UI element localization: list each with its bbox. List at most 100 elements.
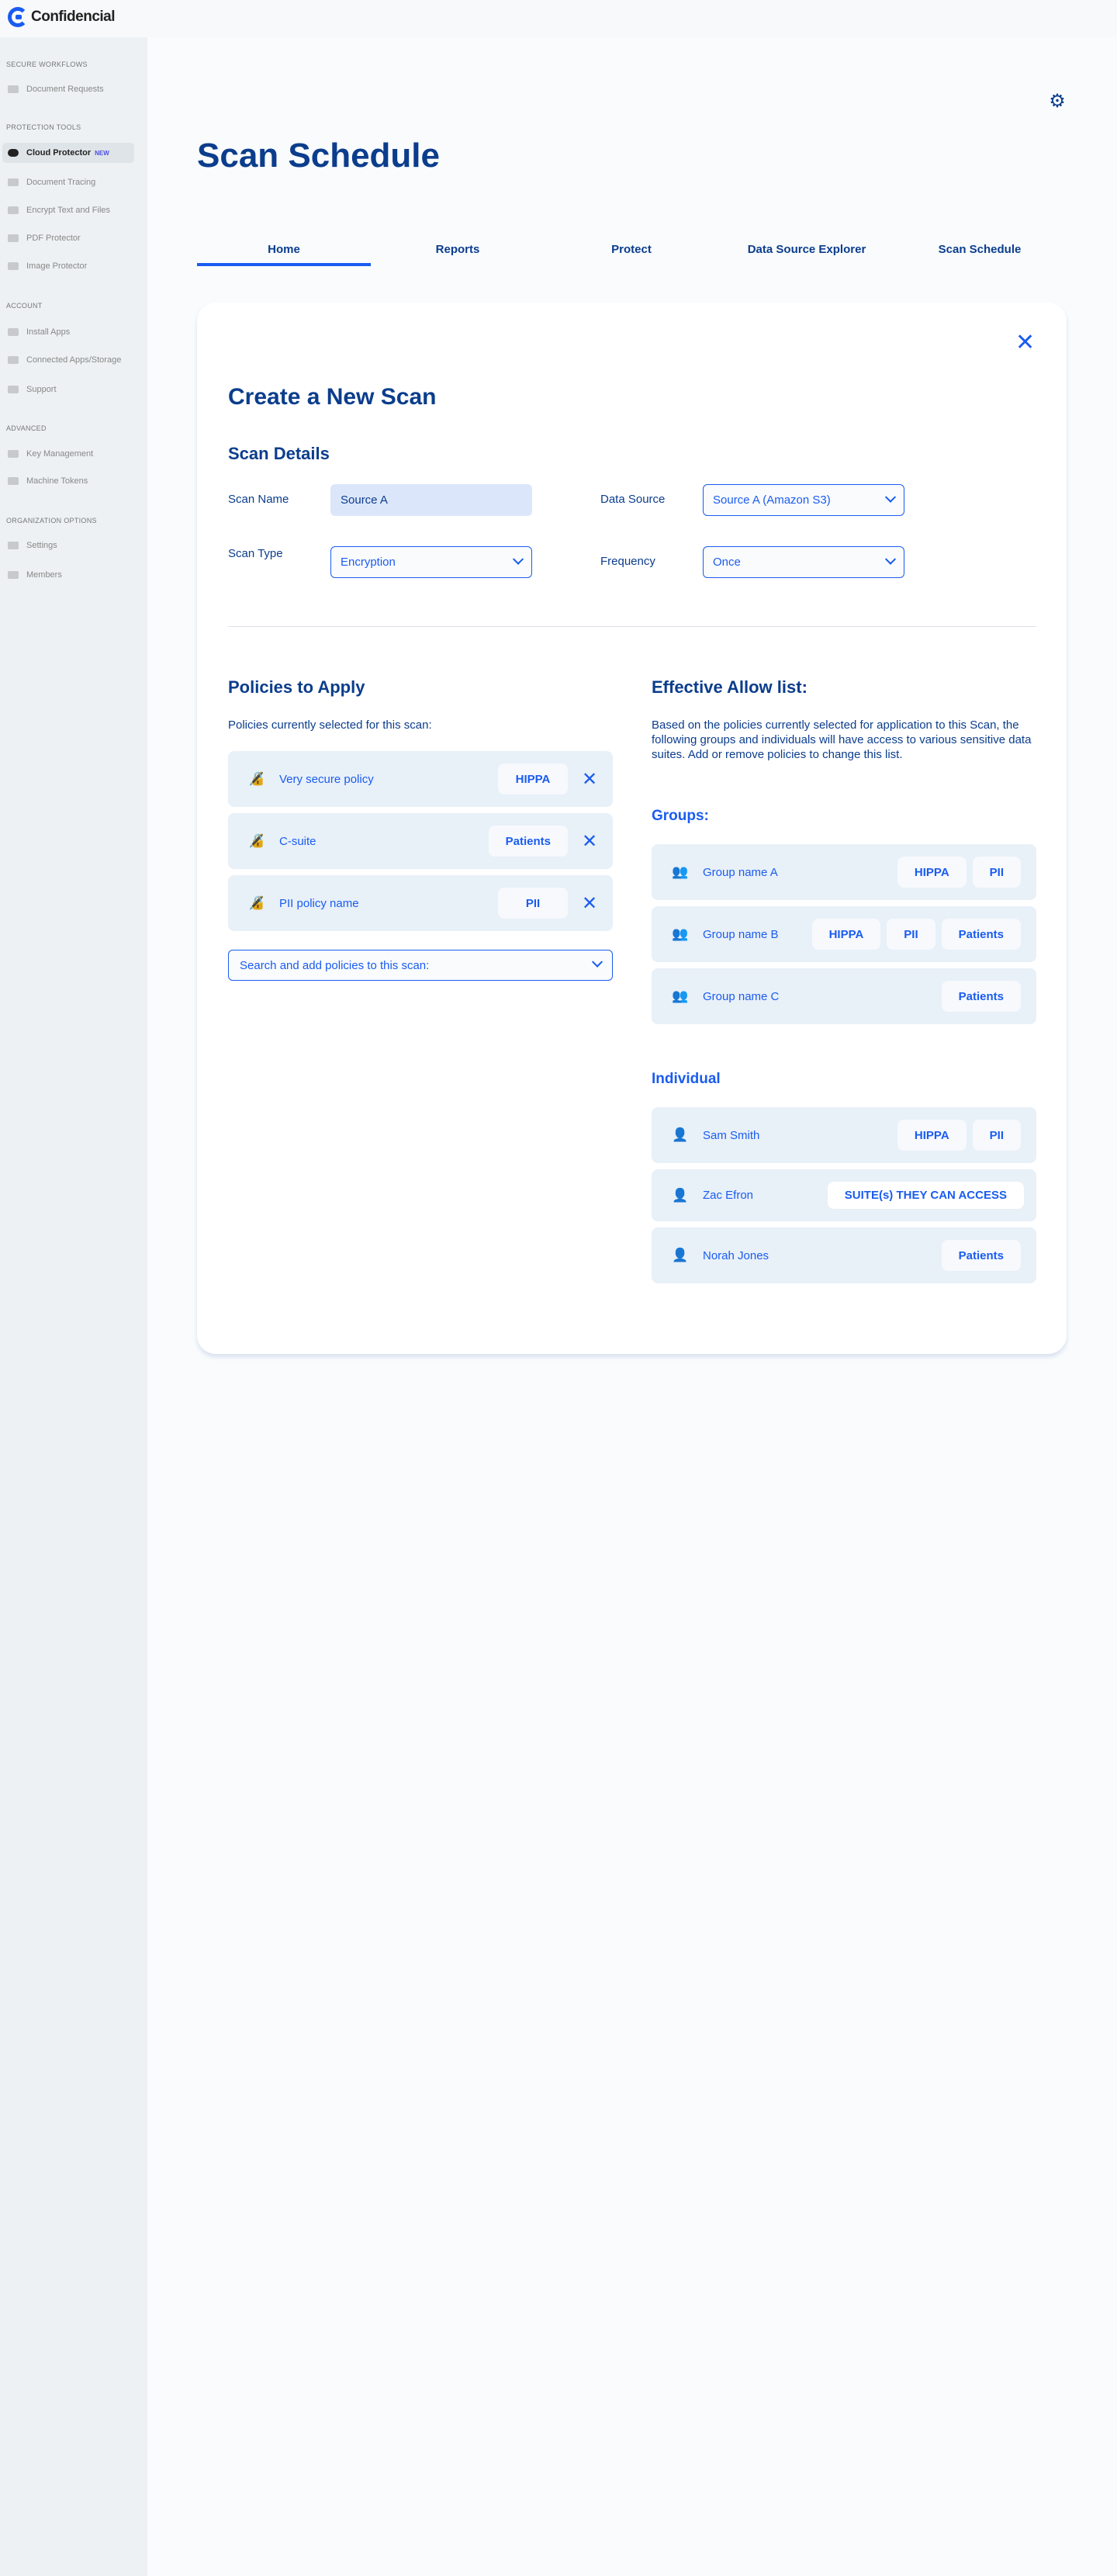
- sidebar-item-label: Members: [26, 570, 62, 580]
- tab-scan-schedule[interactable]: Scan Schedule: [893, 243, 1067, 256]
- policy-search-select[interactable]: Search and add policies to this scan:: [228, 950, 613, 981]
- user-icon: 👤: [672, 1127, 689, 1142]
- pdf-icon: [8, 234, 19, 242]
- policy-lock-icon: 🔏: [248, 895, 265, 910]
- frequency-value: Once: [713, 556, 741, 569]
- group-icon: 👥: [672, 864, 689, 879]
- members-icon: [8, 571, 19, 579]
- remove-policy-icon[interactable]: ✕: [582, 768, 597, 791]
- sidebar-item-pdf-protector[interactable]: PDF Protector: [2, 228, 134, 248]
- data-source-select[interactable]: Source A (Amazon S3): [703, 484, 904, 516]
- page-title: Scan Schedule: [197, 137, 441, 175]
- policy-lock-icon: 🔏: [248, 771, 265, 786]
- policy-row: 🔏 Very secure policy HIPPA ✕: [228, 751, 613, 807]
- tab-home[interactable]: Home: [197, 243, 371, 256]
- settings-gear-icon[interactable]: ⚙: [1047, 92, 1067, 112]
- chevron-down-icon: [591, 956, 603, 968]
- tab-data-source-explorer[interactable]: Data Source Explorer: [720, 243, 894, 256]
- sidebar-item-encrypt[interactable]: Encrypt Text and Files: [2, 200, 134, 220]
- policy-lock-icon: 🔏: [248, 833, 265, 848]
- sidebar-item-install-apps[interactable]: Install Apps: [2, 322, 134, 342]
- group-tag: HIPPA: [897, 857, 967, 888]
- user-icon: 👤: [672, 1187, 689, 1203]
- sidebar-item-settings[interactable]: Settings: [2, 535, 134, 556]
- group-row: 👥 Group name A HIPPA PII: [652, 844, 1036, 900]
- scan-type-select[interactable]: Encryption: [330, 546, 532, 578]
- individual-tag: Patients: [941, 1240, 1021, 1271]
- allow-list-heading: Effective Allow list:: [652, 677, 807, 697]
- policy-tag: PII: [498, 888, 568, 919]
- close-icon[interactable]: ✕: [1015, 331, 1035, 355]
- individual-name: Norah Jones: [703, 1248, 769, 1262]
- scan-name-input[interactable]: Source A: [330, 484, 532, 516]
- group-tag: HIPPA: [811, 919, 881, 950]
- group-tag: PII: [887, 919, 935, 950]
- sidebar-item-members[interactable]: Members: [2, 565, 134, 585]
- allow-list-description: Based on the policies currently selected…: [652, 718, 1032, 761]
- sidebar-item-support[interactable]: Support: [2, 379, 134, 400]
- group-tag: PII: [972, 857, 1021, 888]
- policy-row: 🔏 PII policy name PII ✕: [228, 875, 613, 931]
- sidebar-item-key-management[interactable]: Key Management: [2, 444, 134, 464]
- data-source-value: Source A (Amazon S3): [713, 493, 831, 507]
- gear-icon: [8, 542, 19, 549]
- policy-row: 🔏 C-suite Patients ✕: [228, 813, 613, 869]
- group-tag: Patients: [941, 919, 1021, 950]
- sidebar-item-cloud-protector[interactable]: Cloud Protector NEW: [2, 143, 134, 163]
- sidebar-item-label: PDF Protector: [26, 234, 81, 243]
- sidebar-item-connected-apps[interactable]: Connected Apps/Storage: [2, 350, 134, 370]
- individual-row: 👤 Zac Efron SUITE(s) THEY CAN ACCESS: [652, 1169, 1036, 1221]
- user-icon: 👤: [672, 1248, 689, 1262]
- section-account: ACCOUNT: [6, 302, 43, 310]
- divider: [228, 626, 1036, 627]
- logo-icon: [8, 7, 28, 27]
- sidebar-item-label: Install Apps: [26, 327, 71, 337]
- tab-protect[interactable]: Protect: [545, 243, 718, 256]
- sidebar-item-label: Key Management: [26, 449, 94, 459]
- sidebar-item-label: Encrypt Text and Files: [26, 206, 111, 215]
- group-row: 👥 Group name C Patients: [652, 968, 1036, 1024]
- scan-name-label: Scan Name: [228, 493, 289, 506]
- sidebar-item-document-tracing[interactable]: Document Tracing: [2, 172, 134, 192]
- key-icon: [8, 450, 19, 458]
- groups-heading: Groups:: [652, 808, 709, 824]
- chevron-down-icon: [512, 553, 524, 565]
- policy-search-placeholder: Search and add policies to this scan:: [240, 958, 430, 972]
- section-advanced: ADVANCED: [6, 424, 47, 432]
- tab-reports[interactable]: Reports: [371, 243, 545, 256]
- individual-row: 👤 Norah Jones Patients: [652, 1227, 1036, 1283]
- individual-heading: Individual: [652, 1071, 721, 1087]
- group-name: Group name C: [703, 989, 780, 1003]
- sidebar-item-label: Image Protector: [26, 261, 88, 271]
- tokens-icon: [8, 477, 19, 485]
- remove-policy-icon[interactable]: ✕: [582, 892, 597, 915]
- new-badge: NEW: [95, 149, 109, 157]
- policy-name: PII policy name: [279, 896, 359, 910]
- sidebar-item-document-requests[interactable]: Document Requests: [2, 79, 134, 99]
- frequency-label: Frequency: [600, 555, 655, 568]
- remove-policy-icon[interactable]: ✕: [582, 830, 597, 853]
- logo[interactable]: Confidencial: [8, 7, 116, 27]
- brand-name: Confidencial: [31, 9, 116, 25]
- sidebar-item-machine-tokens[interactable]: Machine Tokens: [2, 471, 134, 491]
- policy-name: Very secure policy: [279, 772, 374, 786]
- send-icon: [8, 85, 19, 93]
- chevron-down-icon: [884, 491, 897, 503]
- group-tag: Patients: [941, 981, 1021, 1012]
- individual-name: Sam Smith: [703, 1128, 760, 1142]
- individual-name: Zac Efron: [703, 1189, 754, 1202]
- frequency-select[interactable]: Once: [703, 546, 904, 578]
- group-row: 👥 Group name B HIPPA PII Patients: [652, 906, 1036, 962]
- group-name: Group name A: [703, 865, 778, 879]
- policies-subtitle: Policies currently selected for this sca…: [228, 718, 432, 732]
- scan-type-label: Scan Type: [228, 547, 283, 560]
- policy-tag: HIPPA: [498, 763, 568, 795]
- individual-tag: SUITE(s) THEY CAN ACCESS: [827, 1182, 1024, 1209]
- chevron-down-icon: [884, 553, 897, 565]
- scan-name-value: Source A: [341, 493, 388, 507]
- sidebar-item-label: Settings: [26, 541, 57, 550]
- section-protection-tools: PROTECTION TOOLS: [6, 123, 81, 131]
- sidebar-item-image-protector[interactable]: Image Protector: [2, 256, 134, 276]
- book-icon: [8, 386, 19, 393]
- policy-tag: Patients: [488, 826, 568, 857]
